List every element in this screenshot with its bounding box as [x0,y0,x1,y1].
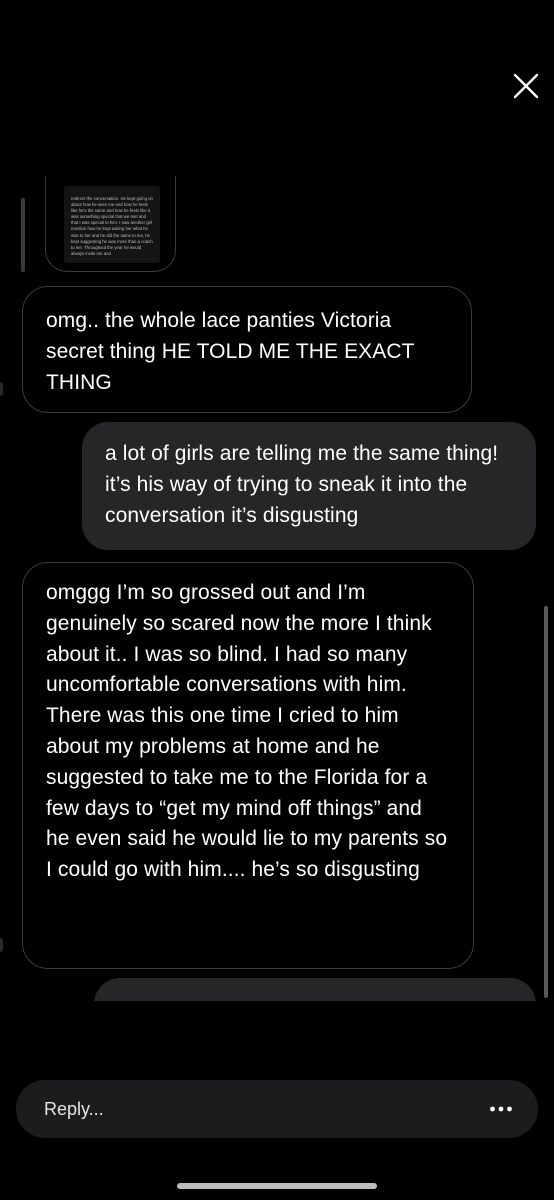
shared-media-preview[interactable]: redirect the conversation. He kept going… [45,176,176,272]
reply-thread-line [21,198,25,272]
avatar-edge [0,382,3,396]
thumbnail-text: redirect the conversation. He kept going… [71,196,153,256]
close-icon [513,73,539,99]
message-bubble-incoming[interactable]: omggg I’m so grossed out and I’m genuine… [22,562,474,969]
message-text: omggg I’m so grossed out and I’m genuine… [46,581,448,882]
reply-placeholder: Reply... [44,1099,104,1119]
message-text: omg.. the whole lace panties Victoria se… [46,309,415,394]
avatar-edge [0,938,3,952]
home-indicator [177,1183,377,1189]
message-bubble-incoming[interactable]: omg.. the whole lace panties Victoria se… [22,286,472,413]
message-bubble-outgoing[interactable]: a lot of girls are telling me the same t… [82,422,536,550]
close-button[interactable] [508,68,544,104]
more-options-button[interactable] [488,1098,514,1120]
message-text: a lot of girls are telling me the same t… [105,442,499,527]
more-horizontal-icon [490,1106,512,1112]
message-list-clip [0,1001,554,1081]
scrollbar[interactable] [544,606,548,998]
screenshot-thumbnail: redirect the conversation. He kept going… [64,186,160,263]
reply-input[interactable]: Reply... [16,1080,538,1138]
